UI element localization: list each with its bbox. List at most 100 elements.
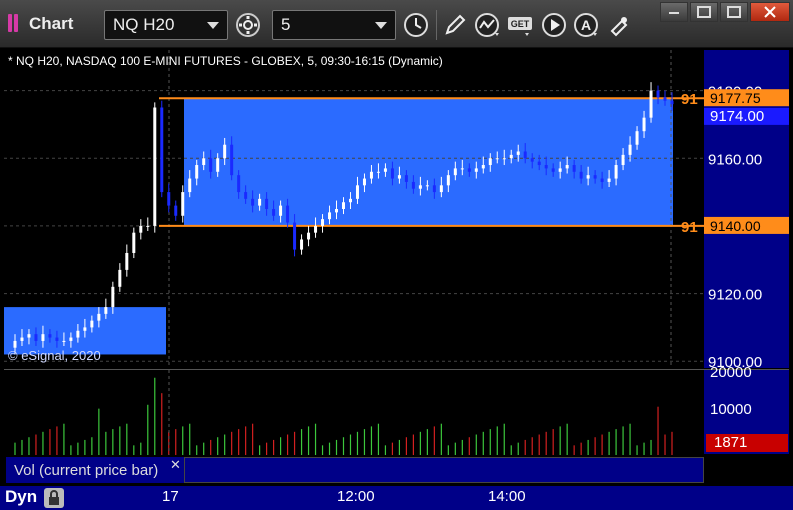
candle-body — [265, 198, 269, 209]
candle-body — [453, 168, 457, 176]
candle-body — [516, 151, 520, 155]
candle-body — [237, 175, 241, 193]
time-tick-17: 17 — [162, 488, 179, 505]
study-strip: Vol (current price bar) ✕ — [4, 455, 789, 485]
candle-body — [544, 165, 548, 169]
time-tick-1200: 12:00 — [337, 488, 375, 505]
chart-header: * NQ H20, NASDAQ 100 E-MINI FUTURES - GL… — [8, 54, 443, 68]
candle-body — [20, 337, 24, 341]
price-axis[interactable]: 9100.009120.009140.009160.009180.009177.… — [704, 50, 789, 371]
candle-body — [670, 100, 674, 105]
candle-body — [607, 178, 611, 182]
candle-body — [649, 90, 653, 118]
candle-body — [132, 232, 136, 253]
close-icon[interactable] — [750, 2, 790, 22]
candle-body — [537, 161, 541, 166]
svg-text:A: A — [581, 17, 591, 33]
candle-body — [474, 168, 478, 172]
candle-body — [321, 219, 325, 226]
lock-icon[interactable] — [44, 488, 64, 508]
candle-body — [153, 107, 157, 226]
volume-pane[interactable] — [4, 369, 704, 455]
vol-tick-20000: 20000 — [710, 364, 752, 381]
candle-body — [286, 205, 290, 223]
candle-body — [586, 175, 590, 179]
chart-app-icon — [8, 14, 24, 32]
time-axis[interactable]: Dyn 17 12:00 14:00 — [0, 486, 793, 510]
candle-body — [348, 198, 352, 203]
price-pane[interactable]: 91 91 * NQ H20, NASDAQ 100 E-MINI FUTURES… — [4, 50, 704, 368]
candle-body — [656, 90, 660, 98]
maximize-icon[interactable] — [720, 2, 748, 22]
candle-body — [230, 144, 234, 176]
candle-body — [188, 178, 192, 193]
vol-tick-10000: 10000 — [710, 401, 752, 418]
copyright-label: © eSignal, 2020 — [8, 348, 101, 363]
chevron-down-icon[interactable] — [375, 22, 387, 29]
candle-body — [244, 192, 248, 199]
candle-body — [355, 185, 359, 199]
close-icon[interactable]: ✕ — [170, 457, 181, 473]
play-icon[interactable] — [540, 11, 568, 39]
candle-body — [600, 178, 604, 182]
candle-body — [432, 185, 436, 193]
candle-body — [48, 334, 52, 338]
candle-body — [579, 171, 583, 179]
candle-body — [83, 327, 87, 331]
candle-body — [216, 158, 220, 172]
candle-body — [551, 168, 555, 172]
interval-value: 5 — [281, 15, 291, 34]
volume-last-value: 1871 — [714, 434, 748, 451]
volume-axis: 20000 10000 1871 — [704, 364, 789, 454]
price-chart[interactable]: 91 91 — [4, 50, 704, 368]
candle-body — [593, 175, 597, 179]
candle-body — [181, 192, 185, 216]
candle-body — [195, 165, 199, 179]
candle-body — [530, 158, 534, 162]
symbol-select[interactable]: NQ H20 — [104, 10, 228, 40]
candle-body — [565, 165, 569, 169]
volume-study-label[interactable]: Vol (current price bar) — [6, 457, 184, 483]
study-icon[interactable] — [473, 11, 501, 39]
candle-body — [104, 307, 108, 314]
candle-body — [34, 334, 38, 341]
candle-body — [97, 313, 101, 321]
candle-body — [425, 185, 429, 187]
volume-last-badge: 1871 — [706, 434, 788, 452]
candle-body — [209, 158, 213, 172]
candle-body — [125, 252, 129, 270]
price-zone — [184, 98, 673, 226]
chevron-down-icon[interactable] — [207, 22, 219, 29]
interval-select[interactable]: 5 — [272, 10, 396, 40]
candle-body — [27, 334, 31, 338]
candle-body — [558, 168, 562, 172]
candle-body — [628, 144, 632, 155]
clock-icon[interactable] — [402, 11, 430, 39]
candle-body — [293, 222, 297, 250]
candle-body — [139, 225, 143, 233]
candle-body — [90, 320, 94, 328]
candle-body — [509, 154, 513, 159]
candle-body — [460, 168, 464, 170]
candle-body — [258, 198, 262, 206]
candle-body — [390, 168, 394, 179]
pencil-icon[interactable] — [441, 11, 469, 39]
candle-body — [663, 97, 667, 101]
candle-body — [223, 144, 227, 159]
candle-body — [341, 202, 345, 209]
get-icon[interactable]: GET — [506, 11, 534, 39]
candle-body — [41, 334, 45, 341]
candle-body — [272, 209, 276, 216]
candle-body — [202, 158, 206, 166]
restore-icon[interactable] — [660, 2, 688, 22]
symbol-value: NQ H20 — [113, 15, 175, 34]
dyn-label: Dyn — [5, 487, 38, 506]
candle-body — [383, 168, 387, 172]
alert-icon[interactable]: A — [572, 11, 600, 39]
maximize-icon[interactable] — [690, 2, 718, 22]
candle-body — [167, 192, 171, 206]
candle-body — [118, 269, 122, 287]
candle-body — [13, 340, 17, 348]
pan-icon[interactable] — [604, 11, 632, 39]
gear-icon[interactable] — [234, 11, 262, 39]
